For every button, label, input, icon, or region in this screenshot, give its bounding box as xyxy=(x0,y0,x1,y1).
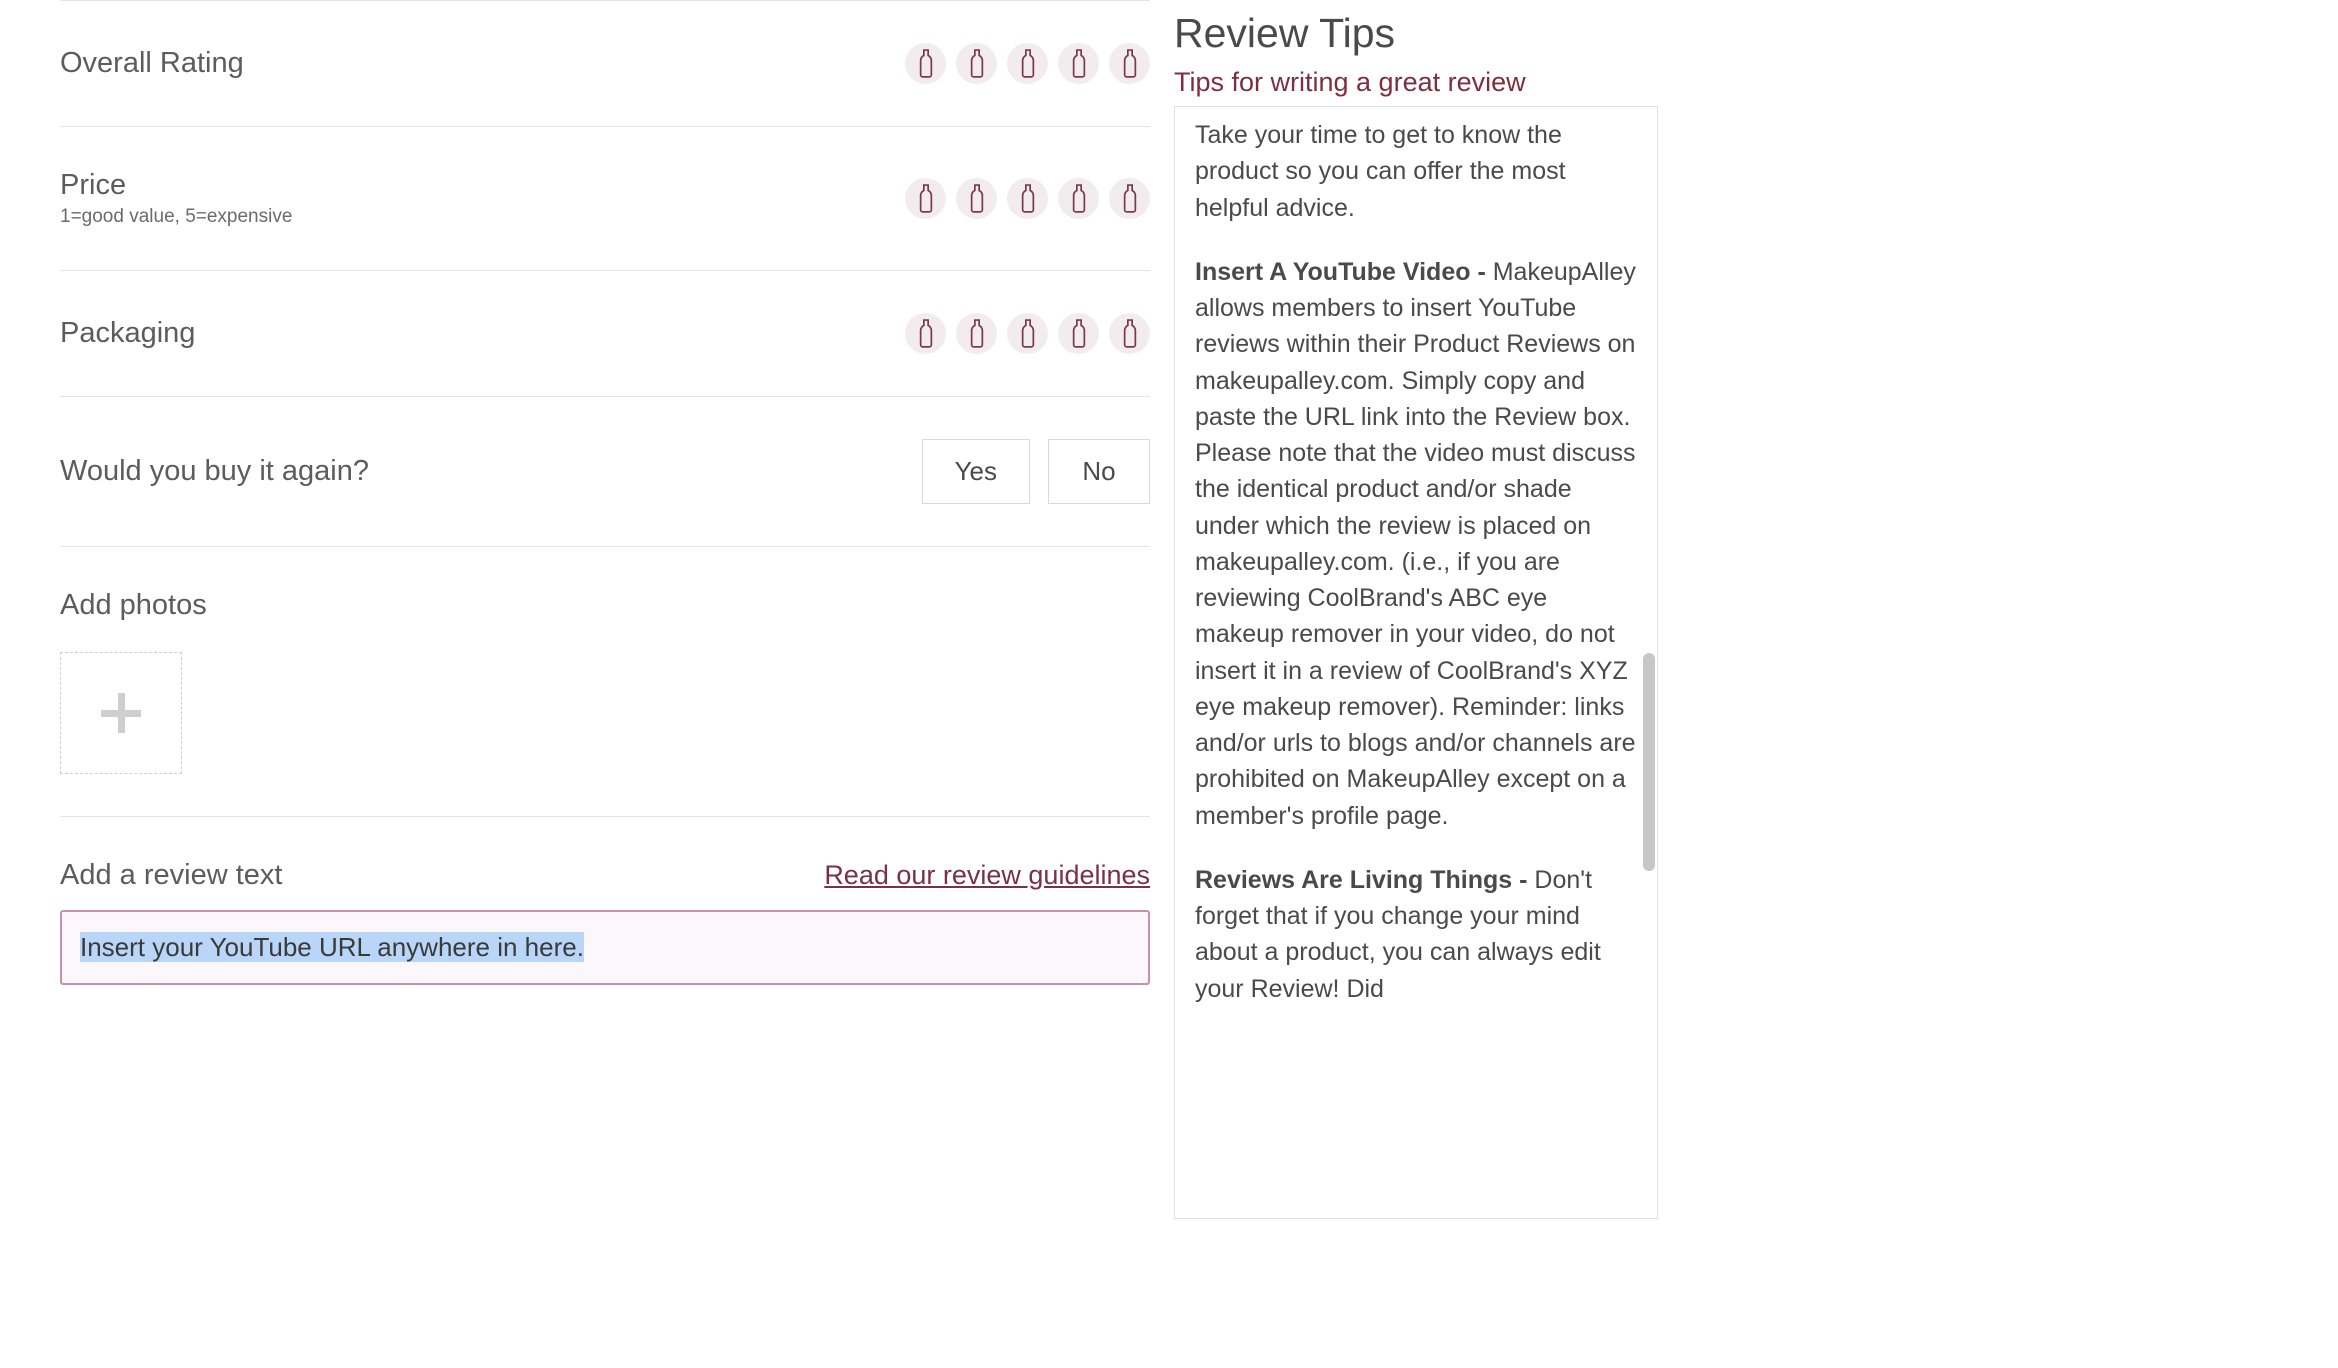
section-review-text: Add a review text Read our review guidel… xyxy=(60,816,1150,985)
rating-bottle-icon[interactable] xyxy=(1058,43,1099,84)
rating-bottle-icon[interactable] xyxy=(956,43,997,84)
overall-rating-label: Overall Rating xyxy=(60,47,244,80)
review-form: Overall Rating Price 1=good value, 5=exp… xyxy=(60,0,1150,985)
rating-bottle-icon[interactable] xyxy=(1109,43,1150,84)
sidebar-review-tips: Review Tips Tips for writing a great rev… xyxy=(1174,0,2304,1219)
rating-bottle-icon[interactable] xyxy=(1109,178,1150,219)
label-block: Price 1=good value, 5=expensive xyxy=(60,169,292,228)
section-packaging-rating: Packaging xyxy=(60,270,1150,396)
no-button[interactable]: No xyxy=(1048,439,1150,504)
tips-para: Insert A YouTube Video - MakeupAlley all… xyxy=(1195,254,1637,834)
packaging-rating-input xyxy=(905,313,1150,354)
tips-para: Take your time to get to know the produc… xyxy=(1195,117,1637,226)
review-textarea[interactable]: Insert your YouTube URL anywhere in here… xyxy=(60,910,1150,985)
rating-bottle-icon[interactable] xyxy=(1007,43,1048,84)
plus-icon xyxy=(101,693,141,733)
price-sublabel: 1=good value, 5=expensive xyxy=(60,206,292,228)
rating-bottle-icon[interactable] xyxy=(1007,178,1048,219)
label-block: Overall Rating xyxy=(60,47,244,80)
rating-bottle-icon[interactable] xyxy=(1058,178,1099,219)
tips-text: MakeupAlley allows members to insert You… xyxy=(1195,258,1636,830)
section-buy-again: Would you buy it again? Yes No xyxy=(60,396,1150,546)
review-textarea-selection: Insert your YouTube URL anywhere in here… xyxy=(80,932,584,962)
tips-bold: Insert A YouTube Video - xyxy=(1195,258,1486,286)
tips-content: Take your time to get to know the produc… xyxy=(1175,107,1645,1045)
tips-para: Reviews Are Living Things - Don't forget… xyxy=(1195,862,1637,1007)
price-label: Price xyxy=(60,169,292,202)
review-tips-title: Review Tips xyxy=(1174,10,2304,57)
label-block: Packaging xyxy=(60,317,195,350)
rating-bottle-icon[interactable] xyxy=(1007,313,1048,354)
section-price-rating: Price 1=good value, 5=expensive xyxy=(60,126,1150,270)
overall-rating-input xyxy=(905,43,1150,84)
tips-writing-link[interactable]: Tips for writing a great review xyxy=(1174,67,2304,98)
price-rating-input xyxy=(905,178,1150,219)
rating-bottle-icon[interactable] xyxy=(956,178,997,219)
yes-button[interactable]: Yes xyxy=(922,439,1030,504)
buy-again-label: Would you buy it again? xyxy=(60,455,369,488)
review-text-label: Add a review text xyxy=(60,859,282,892)
section-add-photos: Add photos xyxy=(60,546,1150,816)
tips-bold: Reviews Are Living Things - xyxy=(1195,866,1527,894)
guidelines-link[interactable]: Read our review guidelines xyxy=(824,860,1150,891)
packaging-label: Packaging xyxy=(60,317,195,350)
buy-again-buttons: Yes No xyxy=(922,439,1150,504)
tips-scrollbox: Take your time to get to know the produc… xyxy=(1174,106,1658,1219)
scrollbar-thumb[interactable] xyxy=(1643,653,1655,871)
section-overall-rating: Overall Rating xyxy=(60,0,1150,126)
rating-bottle-icon[interactable] xyxy=(905,313,946,354)
rating-bottle-icon[interactable] xyxy=(905,178,946,219)
add-photos-label: Add photos xyxy=(60,589,1150,622)
rating-bottle-icon[interactable] xyxy=(1058,313,1099,354)
rating-bottle-icon[interactable] xyxy=(905,43,946,84)
rating-bottle-icon[interactable] xyxy=(1109,313,1150,354)
rating-bottle-icon[interactable] xyxy=(956,313,997,354)
review-text-header: Add a review text Read our review guidel… xyxy=(60,859,1150,892)
add-photo-button[interactable] xyxy=(60,652,182,774)
